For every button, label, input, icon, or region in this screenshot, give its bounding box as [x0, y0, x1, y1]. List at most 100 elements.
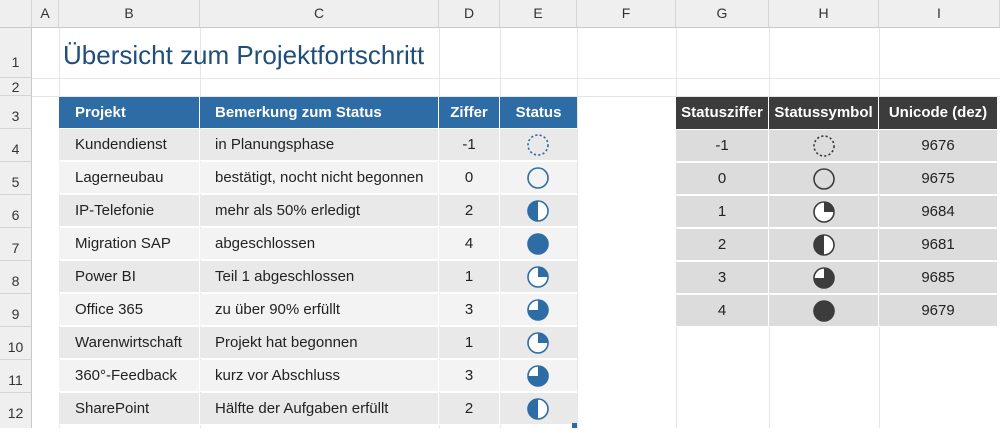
- row-header-9[interactable]: 9: [0, 294, 31, 327]
- cell-projekt[interactable]: Office 365: [59, 294, 200, 326]
- cell-statusziffer[interactable]: 2: [676, 229, 769, 261]
- header-statusziffer[interactable]: Statusziffer: [676, 97, 769, 129]
- cell-status[interactable]: [500, 261, 577, 293]
- row-header-4[interactable]: 4: [0, 129, 31, 162]
- cell-status[interactable]: [500, 162, 577, 194]
- column-header-b[interactable]: B: [59, 0, 200, 27]
- status-symbol: [526, 199, 550, 226]
- row-header-12[interactable]: 12: [0, 393, 31, 428]
- row-header-3[interactable]: 3: [0, 96, 31, 129]
- cell-unicode[interactable]: 9681: [879, 229, 997, 261]
- cell-statussymbol[interactable]: [769, 130, 879, 162]
- cell-status[interactable]: [500, 129, 577, 161]
- cell-statusziffer[interactable]: 0: [676, 163, 769, 195]
- column-header-c[interactable]: C: [200, 0, 439, 27]
- cell-projekt[interactable]: IP-Telefonie: [59, 195, 200, 227]
- cell-unicode[interactable]: 9676: [879, 130, 997, 162]
- cell-status[interactable]: [500, 393, 577, 425]
- cell-ziffer[interactable]: -1: [439, 129, 500, 161]
- header-ziffer[interactable]: Ziffer: [439, 97, 500, 128]
- column-header-d[interactable]: D: [439, 0, 500, 27]
- cell-status[interactable]: [500, 228, 577, 260]
- cell-unicode[interactable]: 9685: [879, 262, 997, 294]
- cell-statusziffer[interactable]: -1: [676, 130, 769, 162]
- cell-unicode[interactable]: 9675: [879, 163, 997, 195]
- select-all-corner[interactable]: [0, 0, 32, 27]
- gridline: [676, 28, 677, 428]
- column-header-h[interactable]: H: [769, 0, 879, 27]
- cell-bemerkung[interactable]: in Planungsphase: [200, 129, 439, 161]
- header-statussymbol[interactable]: Statussymbol: [769, 97, 879, 129]
- header-projekt[interactable]: Projekt: [59, 97, 200, 128]
- quarter-circle-icon: [527, 266, 549, 288]
- cell-ziffer[interactable]: 2: [439, 393, 500, 425]
- empty-circle-icon: [813, 168, 835, 190]
- column-header-e[interactable]: E: [500, 0, 577, 27]
- cell-bemerkung[interactable]: abgeschlossen: [200, 228, 439, 260]
- cell-projekt[interactable]: Kundendienst: [59, 129, 200, 161]
- cell-statussymbol[interactable]: [769, 163, 879, 195]
- cell-statussymbol[interactable]: [769, 196, 879, 228]
- three-quarter-circle-icon: [527, 365, 549, 387]
- cell-bemerkung[interactable]: Teil 1 abgeschlossen: [200, 261, 439, 293]
- cell-statussymbol[interactable]: [769, 262, 879, 294]
- header-status[interactable]: Status: [500, 97, 577, 128]
- cell-bemerkung[interactable]: zu über 90% erfüllt: [200, 294, 439, 326]
- quarter-circle-icon: [527, 332, 549, 354]
- cell-unicode[interactable]: 9684: [879, 196, 997, 228]
- row-header-1[interactable]: 1: [0, 28, 31, 78]
- cell-status[interactable]: [500, 360, 577, 392]
- cell-statussymbol[interactable]: [769, 295, 879, 327]
- cell-statusziffer[interactable]: 3: [676, 262, 769, 294]
- row-header-6[interactable]: 6: [0, 195, 31, 228]
- status-symbol: [526, 397, 550, 424]
- fill-handle[interactable]: [572, 423, 577, 428]
- status-symbol: [526, 133, 550, 160]
- cell-projekt[interactable]: Lagerneubau: [59, 162, 200, 194]
- cell-ziffer[interactable]: 3: [439, 294, 500, 326]
- cell-status[interactable]: [500, 327, 577, 359]
- cell-bemerkung[interactable]: bestätigt, nocht nicht begonnen: [200, 162, 439, 194]
- header-unicode[interactable]: Unicode (dez): [879, 97, 997, 129]
- row-header-11[interactable]: 11: [0, 360, 31, 393]
- cell-bemerkung[interactable]: Hälfte der Aufgaben erfüllt: [200, 393, 439, 425]
- cell-ziffer[interactable]: 0: [439, 162, 500, 194]
- cell-statusziffer[interactable]: 1: [676, 196, 769, 228]
- row-header-5[interactable]: 5: [0, 162, 31, 195]
- full-circle-icon: [527, 233, 549, 255]
- column-header-a[interactable]: A: [32, 0, 59, 27]
- row-header-7[interactable]: 7: [0, 228, 31, 261]
- cell-unicode[interactable]: 9679: [879, 295, 997, 327]
- full-circle-icon: [813, 300, 835, 322]
- cell-projekt[interactable]: SharePoint: [59, 393, 200, 425]
- cell-ziffer[interactable]: 1: [439, 261, 500, 293]
- half-circle-icon: [813, 234, 835, 256]
- cell-projekt[interactable]: Migration SAP: [59, 228, 200, 260]
- cell-projekt[interactable]: Warenwirtschaft: [59, 327, 200, 359]
- cell-statussymbol[interactable]: [769, 229, 879, 261]
- row-header-2[interactable]: 2: [0, 78, 31, 96]
- cell-statusziffer[interactable]: 4: [676, 295, 769, 327]
- dotted-circle-icon: [527, 134, 549, 156]
- row-header-10[interactable]: 10: [0, 327, 31, 360]
- gridline: [879, 28, 880, 428]
- row-header-8[interactable]: 8: [0, 261, 31, 294]
- dotted-circle-icon: [813, 135, 835, 157]
- cell-bemerkung[interactable]: Projekt hat begonnen: [200, 327, 439, 359]
- cell-projekt[interactable]: 360°-Feedback: [59, 360, 200, 392]
- cell-ziffer[interactable]: 1: [439, 327, 500, 359]
- cell-bemerkung[interactable]: mehr als 50% erledigt: [200, 195, 439, 227]
- cell-status[interactable]: [500, 195, 577, 227]
- column-header-f[interactable]: F: [577, 0, 676, 27]
- cell-ziffer[interactable]: 3: [439, 360, 500, 392]
- cell-status[interactable]: [500, 294, 577, 326]
- header-bemerkung[interactable]: Bemerkung zum Status: [200, 97, 439, 128]
- cell-bemerkung[interactable]: kurz vor Abschluss: [200, 360, 439, 392]
- status-symbol: [526, 232, 550, 259]
- cell-ziffer[interactable]: 2: [439, 195, 500, 227]
- cell-projekt[interactable]: Power BI: [59, 261, 200, 293]
- column-header-i[interactable]: I: [879, 0, 1000, 27]
- column-header-g[interactable]: G: [676, 0, 769, 27]
- cell-ziffer[interactable]: 4: [439, 228, 500, 260]
- sheet-title[interactable]: Übersicht zum Projektfortschritt: [63, 40, 424, 71]
